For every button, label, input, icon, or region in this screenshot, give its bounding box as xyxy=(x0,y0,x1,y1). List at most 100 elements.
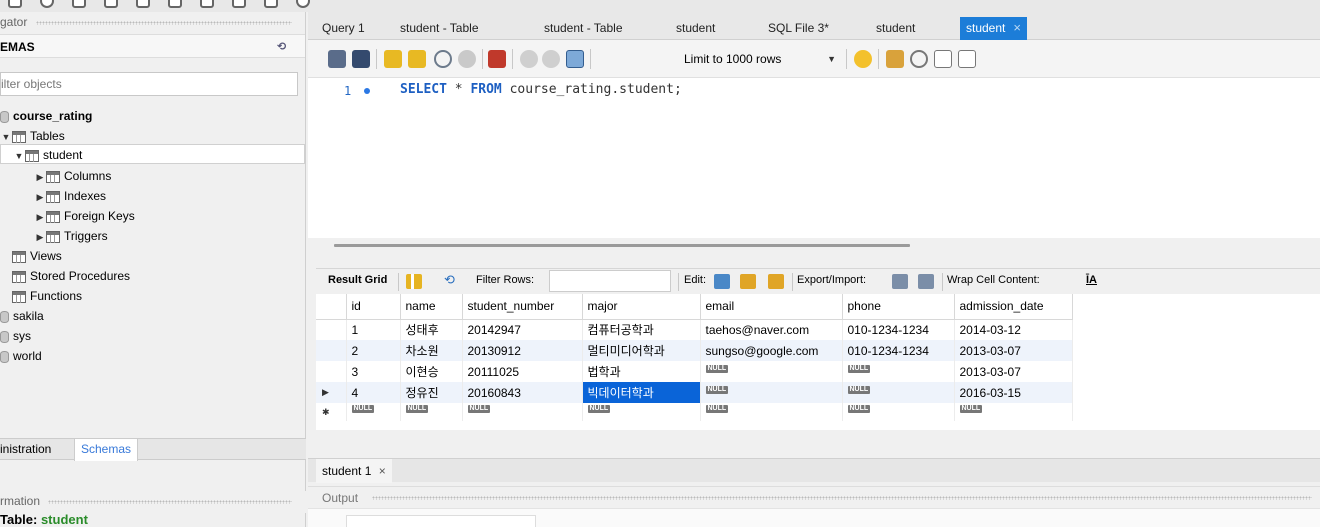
row-marker[interactable] xyxy=(316,340,347,361)
cell-student-number[interactable]: NULL xyxy=(462,403,583,421)
cell-major[interactable]: 법학과 xyxy=(582,361,701,382)
execute-icon[interactable] xyxy=(384,50,402,68)
cell-id[interactable]: 1 xyxy=(346,319,401,340)
sql-statement[interactable]: SELECT * FROM course_rating.student; xyxy=(400,82,682,97)
export-icon[interactable] xyxy=(892,274,908,289)
cell-major[interactable]: 멀티미디어학과 xyxy=(582,340,701,361)
tree-columns[interactable]: ▶ Columns xyxy=(34,166,112,187)
refresh-icon[interactable]: ⟲ xyxy=(444,272,455,288)
close-icon[interactable]: × xyxy=(379,464,386,478)
collapse-arrow-icon[interactable]: ▶ xyxy=(34,187,46,207)
execute-current-icon[interactable] xyxy=(408,50,426,68)
cell-major[interactable]: 컴퓨터공학과 xyxy=(582,319,701,340)
toolbar-icon[interactable] xyxy=(136,0,150,8)
column-header-admission-date[interactable]: admission_date xyxy=(954,294,1073,320)
tree-functions[interactable]: Functions xyxy=(0,286,82,306)
cell-phone[interactable]: NULL xyxy=(842,403,955,421)
cell-id[interactable]: 4 xyxy=(346,382,401,403)
result-grid[interactable]: id name student_number major email phone… xyxy=(316,294,1073,421)
import-icon[interactable] xyxy=(918,274,934,289)
tab-student-table[interactable]: student - Table xyxy=(538,17,629,40)
cell-id[interactable]: 3 xyxy=(346,361,401,382)
column-header-name[interactable]: name xyxy=(400,294,463,320)
cell-email[interactable]: NULL xyxy=(700,403,843,421)
current-row-arrow-icon[interactable]: ▶ xyxy=(316,382,347,403)
tree-triggers[interactable]: ▶ Triggers xyxy=(34,226,108,246)
schema-sys[interactable]: sys xyxy=(0,326,31,346)
row-marker[interactable] xyxy=(316,319,347,340)
cell-student-number[interactable]: 20130912 xyxy=(462,340,583,361)
stop-icon[interactable] xyxy=(458,50,476,68)
tab-student[interactable]: student xyxy=(870,17,921,40)
cell-phone[interactable]: NULL xyxy=(842,361,955,382)
table-row[interactable]: 2 차소원 20130912 멀티미디어학과 sungso@google.com… xyxy=(316,340,1073,361)
word-wrap-icon[interactable] xyxy=(958,50,976,68)
cell-name[interactable]: NULL xyxy=(400,403,463,421)
cell-id[interactable]: NULL xyxy=(346,403,401,421)
cell-major-selected[interactable]: 빅데이터학과 xyxy=(582,382,701,403)
column-header-student-number[interactable]: student_number xyxy=(462,294,583,320)
cell-phone[interactable]: 010-1234-1234 xyxy=(842,319,955,340)
cell-name[interactable]: 성태후 xyxy=(400,319,463,340)
edit-row-icon[interactable] xyxy=(714,274,730,289)
cell-email[interactable]: taehos@naver.com xyxy=(700,319,843,340)
toggle-error-icon[interactable] xyxy=(488,50,506,68)
tab-administration[interactable]: inistration xyxy=(0,439,57,461)
cell-admission-date[interactable]: 2013-03-07 xyxy=(954,340,1073,361)
new-connection-icon[interactable] xyxy=(8,0,22,8)
cell-admission-date[interactable]: 2014-03-12 xyxy=(954,319,1073,340)
wrap-cell-icon[interactable]: ĪA xyxy=(1086,274,1097,286)
add-snippet-icon[interactable] xyxy=(854,50,872,68)
cell-admission-date[interactable]: NULL xyxy=(954,403,1073,421)
editor-horizontal-scrollbar[interactable] xyxy=(334,244,910,247)
insert-row-icon[interactable] xyxy=(740,274,756,289)
save-icon[interactable] xyxy=(352,50,370,68)
toolbar-icon[interactable] xyxy=(168,0,182,8)
schema-sakila[interactable]: sakila xyxy=(0,306,44,326)
cell-name[interactable]: 정유진 xyxy=(400,382,463,403)
tab-query-1[interactable]: Query 1 xyxy=(316,17,371,40)
filter-rows-input[interactable] xyxy=(549,270,671,292)
open-file-icon[interactable] xyxy=(328,50,346,68)
new-row[interactable]: ✱ NULL NULL NULL NULL NULL NULL NULL xyxy=(316,403,1073,421)
collapse-arrow-icon[interactable]: ▶ xyxy=(34,207,46,227)
row-marker[interactable] xyxy=(316,361,347,382)
invisible-chars-icon[interactable] xyxy=(934,50,952,68)
cell-admission-date[interactable]: 2013-03-07 xyxy=(954,361,1073,382)
cell-admission-date[interactable]: 2016-03-15 xyxy=(954,382,1073,403)
open-icon[interactable] xyxy=(40,0,54,8)
collapse-arrow-icon[interactable]: ▶ xyxy=(34,167,46,187)
filter-objects-input[interactable]: ilter objects xyxy=(0,72,298,96)
table-row[interactable]: 1 성태후 20142947 컴퓨터공학과 taehos@naver.com 0… xyxy=(316,319,1073,340)
cell-major[interactable]: NULL xyxy=(582,403,701,421)
limit-rows-select[interactable]: Limit to 1000 rows ▼ xyxy=(684,49,842,69)
tab-sql-file-3[interactable]: SQL File 3* xyxy=(762,17,835,40)
column-header-email[interactable]: email xyxy=(700,294,843,320)
rollback-icon[interactable] xyxy=(542,50,560,68)
tab-student[interactable]: student xyxy=(670,17,721,40)
toolbar-icon[interactable] xyxy=(104,0,118,8)
cell-student-number[interactable]: 20111025 xyxy=(462,361,583,382)
expand-arrow-icon[interactable]: ▼ xyxy=(13,146,25,166)
grid-layout-icon[interactable] xyxy=(406,274,422,289)
tab-student-active[interactable]: student × xyxy=(960,17,1027,40)
tab-student-table[interactable]: student - Table xyxy=(394,17,485,40)
cell-name[interactable]: 이현승 xyxy=(400,361,463,382)
beautify-icon[interactable] xyxy=(886,50,904,68)
cell-phone[interactable]: 010-1234-1234 xyxy=(842,340,955,361)
cell-email[interactable]: NULL xyxy=(700,361,843,382)
column-header-major[interactable]: major xyxy=(582,294,701,320)
cell-email[interactable]: sungso@google.com xyxy=(700,340,843,361)
delete-row-icon[interactable] xyxy=(768,274,784,289)
tree-views[interactable]: Views xyxy=(0,246,62,266)
table-row[interactable]: 3 이현승 20111025 법학과 NULL NULL 2013-03-07 xyxy=(316,361,1073,382)
toolbar-icon[interactable] xyxy=(200,0,214,8)
find-icon[interactable] xyxy=(910,50,928,68)
autocommit-icon[interactable] xyxy=(566,50,584,68)
commit-icon[interactable] xyxy=(520,50,538,68)
column-header-phone[interactable]: phone xyxy=(842,294,955,320)
cell-student-number[interactable]: 20142947 xyxy=(462,319,583,340)
reconnect-icon[interactable] xyxy=(296,0,310,8)
toolbar-icon[interactable] xyxy=(232,0,246,8)
cell-phone[interactable]: NULL xyxy=(842,382,955,403)
